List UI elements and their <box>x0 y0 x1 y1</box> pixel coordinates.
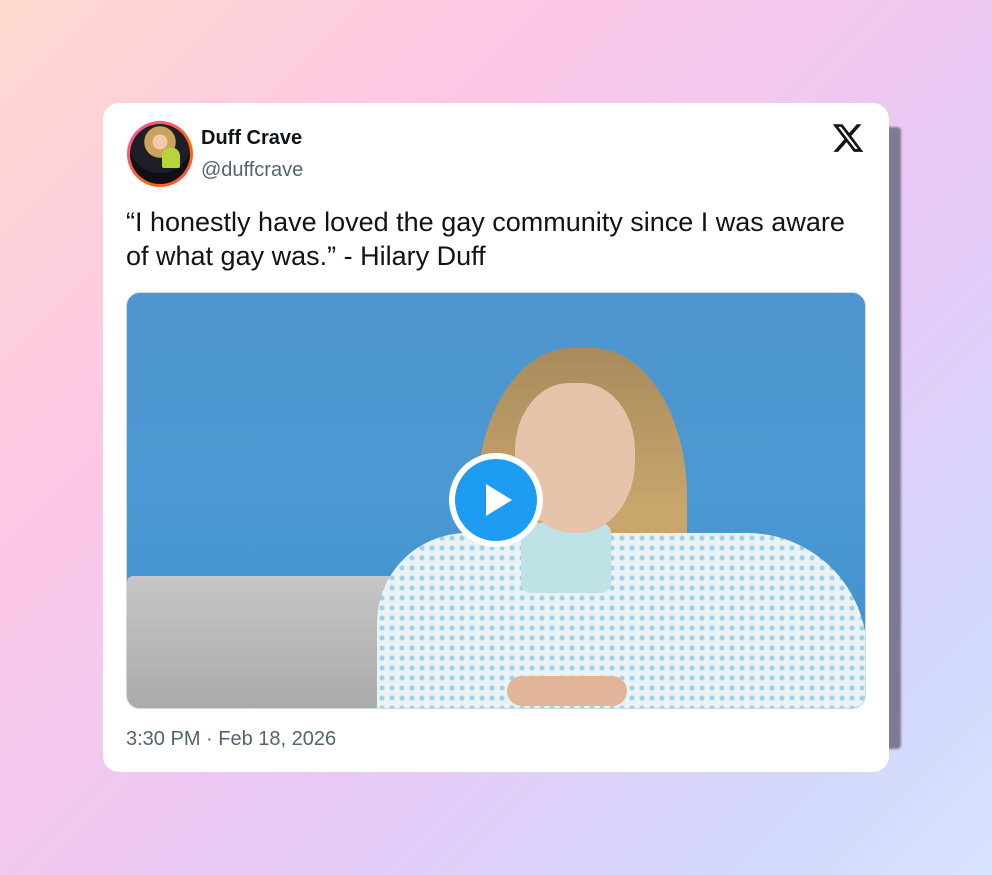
video-hands <box>507 676 627 706</box>
x-logo-icon[interactable] <box>831 121 865 155</box>
play-icon <box>486 484 512 516</box>
video-neck <box>521 523 611 593</box>
video-laptop <box>127 576 419 708</box>
avatar-photo <box>130 124 190 184</box>
video-player[interactable] <box>126 292 866 709</box>
author-handle[interactable]: @duffcrave <box>201 159 303 182</box>
tweet-card: Duff Crave @duffcrave “I honestly have l… <box>103 103 889 772</box>
play-button-ring <box>455 459 537 541</box>
author-name[interactable]: Duff Crave <box>201 127 302 150</box>
play-button[interactable] <box>449 453 543 547</box>
avatar-detail <box>162 148 180 168</box>
tweet-text: “I honestly have loved the gay community… <box>126 207 845 271</box>
timestamp[interactable]: 3:30 PM · Feb 18, 2026 <box>126 728 336 751</box>
avatar[interactable] <box>127 121 193 187</box>
